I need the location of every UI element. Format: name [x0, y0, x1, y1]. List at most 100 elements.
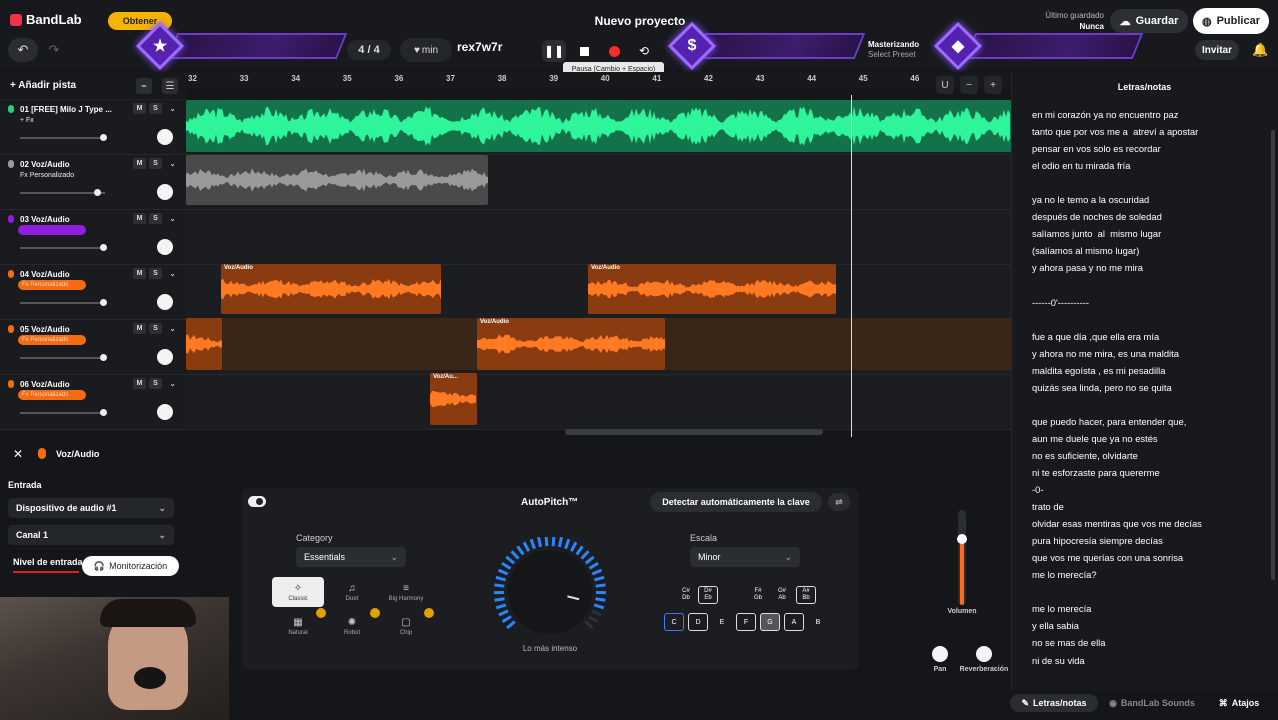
track-pan-knob[interactable]: [157, 404, 173, 420]
scale-key-F[interactable]: F: [736, 613, 756, 631]
chevron-down-icon[interactable]: ⌄: [166, 378, 179, 389]
settings-sliders-icon[interactable]: ⇌: [828, 493, 850, 511]
track-fx-pill[interactable]: Fx Personalizado: [18, 390, 86, 400]
mute-button[interactable]: M: [133, 268, 146, 279]
track-header-5[interactable]: 05 Voz/Audio Fx Personalizado M S ⌄: [0, 320, 186, 375]
clip-track-5b[interactable]: Voz/Audio: [477, 318, 665, 370]
reverb-knob[interactable]: [976, 646, 992, 662]
track-header-1[interactable]: 01 [FREE] Milo J Type ... + Fx M S ⌄: [0, 100, 186, 155]
mute-button[interactable]: M: [133, 213, 146, 224]
clip-track-2[interactable]: [186, 155, 488, 205]
redo-button[interactable]: ↷: [42, 38, 66, 62]
track-volume-fader[interactable]: [20, 354, 108, 361]
lyrics-textarea[interactable]: en mi corazón ya no encuentro paz tanto …: [1032, 106, 1257, 669]
track-lane-3[interactable]: [186, 210, 1011, 265]
track-volume-thumb[interactable]: [100, 409, 108, 416]
chevron-down-icon[interactable]: ⌄: [166, 268, 179, 279]
horizontal-scrollbar[interactable]: [565, 429, 823, 435]
detect-key-button[interactable]: Detectar automáticamente la clave: [650, 492, 822, 512]
track-pan-knob[interactable]: [157, 184, 173, 200]
scale-key-D[interactable]: D: [688, 613, 708, 631]
track-name[interactable]: 06 Voz/Audio: [20, 380, 115, 389]
track-volume-thumb[interactable]: [100, 354, 108, 361]
clip-track-5a[interactable]: [186, 318, 222, 370]
track-volume-thumb[interactable]: [100, 299, 108, 306]
pause-button[interactable]: ❚❚: [542, 40, 566, 62]
scale-select[interactable]: Minor ⌄: [690, 547, 800, 567]
zoom-in-icon[interactable]: +: [984, 76, 1002, 94]
scale-key-G[interactable]: G: [760, 613, 780, 631]
scale-key-C[interactable]: C: [664, 613, 684, 631]
scale-key-sharp[interactable]: F# Gb: [748, 586, 768, 604]
lyrics-scrollbar[interactable]: [1271, 130, 1275, 580]
pan-knob[interactable]: [932, 646, 948, 662]
solo-button[interactable]: S: [149, 323, 162, 334]
scale-key-sharp[interactable]: A# Bb: [796, 586, 816, 604]
track-name[interactable]: 04 Voz/Audio: [20, 270, 115, 279]
style-robot[interactable]: ✺ Robot: [326, 611, 378, 641]
mute-button[interactable]: M: [133, 158, 146, 169]
input-channel-select[interactable]: Canal 1 ⌄: [8, 525, 174, 545]
scale-key-sharp[interactable]: D# Eb: [698, 586, 718, 604]
scale-key-E[interactable]: E: [712, 613, 732, 631]
track-pan-knob[interactable]: [157, 239, 173, 255]
track-fx-pill[interactable]: Fx Personalizado: [18, 335, 86, 345]
input-device-select[interactable]: Dispositivo de audio #1 ⌄: [8, 498, 174, 518]
solo-button[interactable]: S: [149, 268, 162, 279]
track-name[interactable]: 03 Voz/Audio: [20, 215, 115, 224]
magnet-icon[interactable]: U: [936, 76, 954, 94]
bell-icon[interactable]: 🔔: [1252, 42, 1268, 58]
solo-button[interactable]: S: [149, 103, 162, 114]
track-header-2[interactable]: 02 Voz/Audio Fx Personalizado M S ⌄: [0, 155, 186, 210]
stop-button[interactable]: [572, 40, 596, 62]
mute-button[interactable]: M: [133, 323, 146, 334]
time-signature[interactable]: 4 / 4: [347, 40, 391, 60]
solo-button[interactable]: S: [149, 378, 162, 389]
undo-button[interactable]: ↶: [8, 38, 38, 62]
volume-slider-thumb[interactable]: [957, 533, 967, 544]
mute-button[interactable]: M: [133, 378, 146, 389]
solo-button[interactable]: S: [149, 158, 162, 169]
track-fx-label[interactable]: + Fx: [20, 117, 34, 124]
track-header-3[interactable]: 03 Voz/Audio M S ⌄: [0, 210, 186, 265]
style-natural[interactable]: ▦ Natural: [272, 611, 324, 641]
track-volume-fader[interactable]: [20, 409, 108, 416]
monitoring-button[interactable]: 🎧 Monitorización: [82, 556, 179, 576]
intensity-dial[interactable]: [492, 537, 616, 649]
solo-button[interactable]: S: [149, 213, 162, 224]
save-button[interactable]: ☁ Guardar: [1110, 9, 1188, 33]
clip-track-4a[interactable]: Voz/Audio: [221, 264, 441, 314]
playhead[interactable]: [851, 95, 852, 437]
track-header-6[interactable]: 06 Voz/Audio Fx Personalizado M S ⌄: [0, 375, 186, 430]
track-volume-thumb[interactable]: [100, 244, 108, 251]
track-fx-pill[interactable]: [18, 225, 86, 235]
track-header-4[interactable]: 04 Voz/Audio Fx Personalizado M S ⌄: [0, 265, 186, 320]
invite-button[interactable]: Invitar: [1195, 40, 1239, 60]
scale-key-sharp[interactable]: G# Ab: [772, 586, 792, 604]
track-pan-knob[interactable]: [157, 129, 173, 145]
loop-button[interactable]: ⟲: [632, 40, 656, 62]
key-name[interactable]: rex7w7r: [457, 40, 502, 54]
style-chip[interactable]: ▢ Chip: [380, 611, 432, 641]
close-icon[interactable]: ✕: [10, 446, 26, 462]
scale-key-sharp[interactable]: C# Db: [676, 586, 696, 604]
clip-track-6[interactable]: Voz/Au...: [430, 373, 477, 425]
track-volume-fader[interactable]: [20, 189, 105, 196]
track-volume-fader[interactable]: [20, 244, 108, 251]
clip-track-4b[interactable]: Voz/Audio: [588, 264, 836, 314]
track-name[interactable]: 05 Voz/Audio: [20, 325, 115, 334]
style-classic[interactable]: ✧ Classic: [272, 577, 324, 607]
track-fx-label[interactable]: Fx Personalizado: [20, 172, 74, 179]
publish-button[interactable]: ◍ Publicar: [1193, 8, 1269, 34]
track-volume-fader[interactable]: [20, 134, 108, 141]
autopitch-toggle[interactable]: [248, 496, 266, 507]
tab-lyrics[interactable]: ✎ Letras/notas: [1010, 694, 1098, 712]
tab-bandlab-sounds[interactable]: ◉ BandLab Sounds: [1106, 694, 1198, 712]
track-name[interactable]: 01 [FREE] Milo J Type ...: [20, 105, 115, 114]
mastering-selector[interactable]: Masterizando Select Preset: [868, 40, 919, 60]
scale-key-A[interactable]: A: [784, 613, 804, 631]
track-pan-knob[interactable]: [157, 349, 173, 365]
chevron-down-icon[interactable]: ⌄: [166, 213, 179, 224]
link-icon[interactable]: ⌁: [136, 78, 152, 94]
category-select[interactable]: Essentials ⌄: [296, 547, 406, 567]
